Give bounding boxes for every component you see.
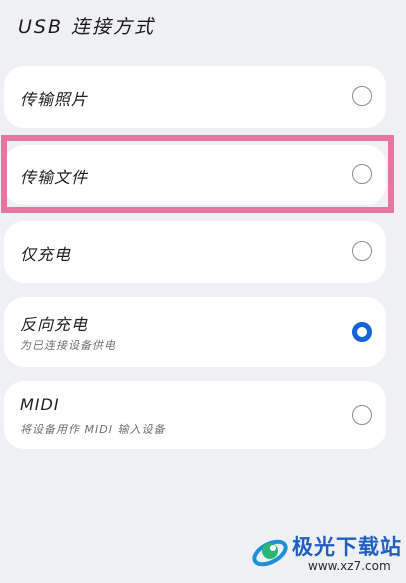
watermark: 极光下载站 www.xz7.com <box>246 525 406 583</box>
radio-button-selected[interactable] <box>352 322 372 342</box>
watermark-logo-icon <box>252 539 288 567</box>
option-transfer-photos[interactable]: 传输照片 <box>4 66 386 128</box>
screen-title: USB 连接方式 <box>18 16 156 38</box>
highlight-frame <box>1 135 394 213</box>
option-label: 反向充电 <box>20 315 89 334</box>
option-description: 为已连接设备供电 <box>20 339 116 352</box>
radio-button[interactable] <box>352 405 372 425</box>
option-midi[interactable]: MIDI 将设备用作 MIDI 输入设备 <box>4 381 386 449</box>
radio-button[interactable] <box>352 241 372 261</box>
option-reverse-charging[interactable]: 反向充电 为已连接设备供电 <box>4 297 386 367</box>
option-label: 仅充电 <box>20 245 72 264</box>
watermark-name: 极光下载站 <box>292 535 402 559</box>
option-label: MIDI <box>20 395 60 414</box>
radio-button[interactable] <box>352 86 372 106</box>
option-label: 传输照片 <box>20 90 89 109</box>
option-description: 将设备用作 MIDI 输入设备 <box>20 423 166 436</box>
watermark-url: www.xz7.com <box>308 559 391 573</box>
option-charge-only[interactable]: 仅充电 <box>4 221 386 283</box>
